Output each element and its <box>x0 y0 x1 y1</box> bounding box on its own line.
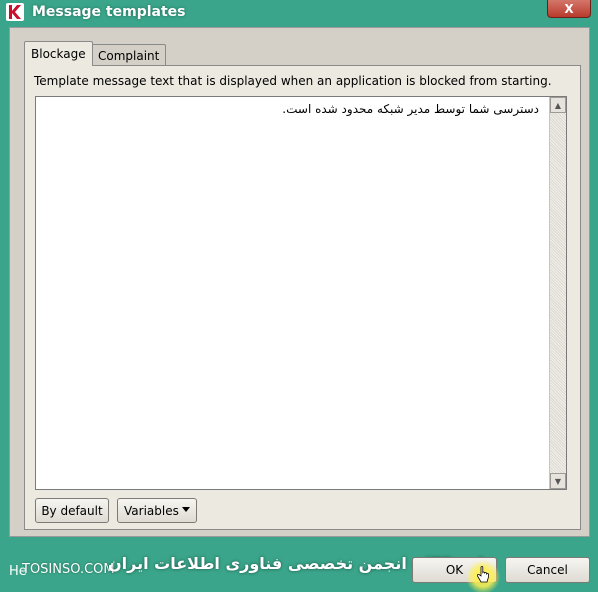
variables-dropdown-button[interactable]: Variables <box>117 498 197 523</box>
tab-panel-blockage: Template message text that is displayed … <box>24 65 581 530</box>
tab-blockage[interactable]: Blockage <box>24 41 93 66</box>
tab-complaint[interactable]: Complaint <box>91 44 167 66</box>
kaspersky-logo-icon <box>6 3 24 21</box>
dropdown-arrow-icon <box>182 507 190 512</box>
window-title: Message templates <box>32 4 186 20</box>
by-default-button[interactable]: By default <box>35 498 109 523</box>
vertical-scrollbar[interactable]: ▲ ▼ <box>549 97 566 489</box>
variables-label: Variables <box>124 503 179 518</box>
watermark-site: TOSINSO.COM <box>22 562 115 577</box>
dialog-footer: He TOSINSO.COM ITPro.ir - انجمن تخصصی فن… <box>0 540 598 592</box>
dialog-client-area: Blockage Complaint Template message text… <box>9 27 590 537</box>
title-bar[interactable]: Message templates X <box>0 0 598 26</box>
close-button[interactable]: X <box>547 0 591 18</box>
message-template-text: دسترسی شما توسط مدیر شبکه محدود شده است. <box>282 102 539 116</box>
scroll-down-arrow-icon[interactable]: ▼ <box>550 473 566 489</box>
scroll-up-arrow-icon[interactable]: ▲ <box>550 97 566 113</box>
template-description-label: Template message text that is displayed … <box>34 74 552 88</box>
message-template-textarea[interactable]: دسترسی شما توسط مدیر شبکه محدود شده است.… <box>35 96 567 490</box>
cancel-button[interactable]: Cancel <box>505 557 590 583</box>
dialog-window: Message templates X Blockage Complaint T… <box>0 0 598 592</box>
hand-cursor-icon <box>466 560 500 592</box>
